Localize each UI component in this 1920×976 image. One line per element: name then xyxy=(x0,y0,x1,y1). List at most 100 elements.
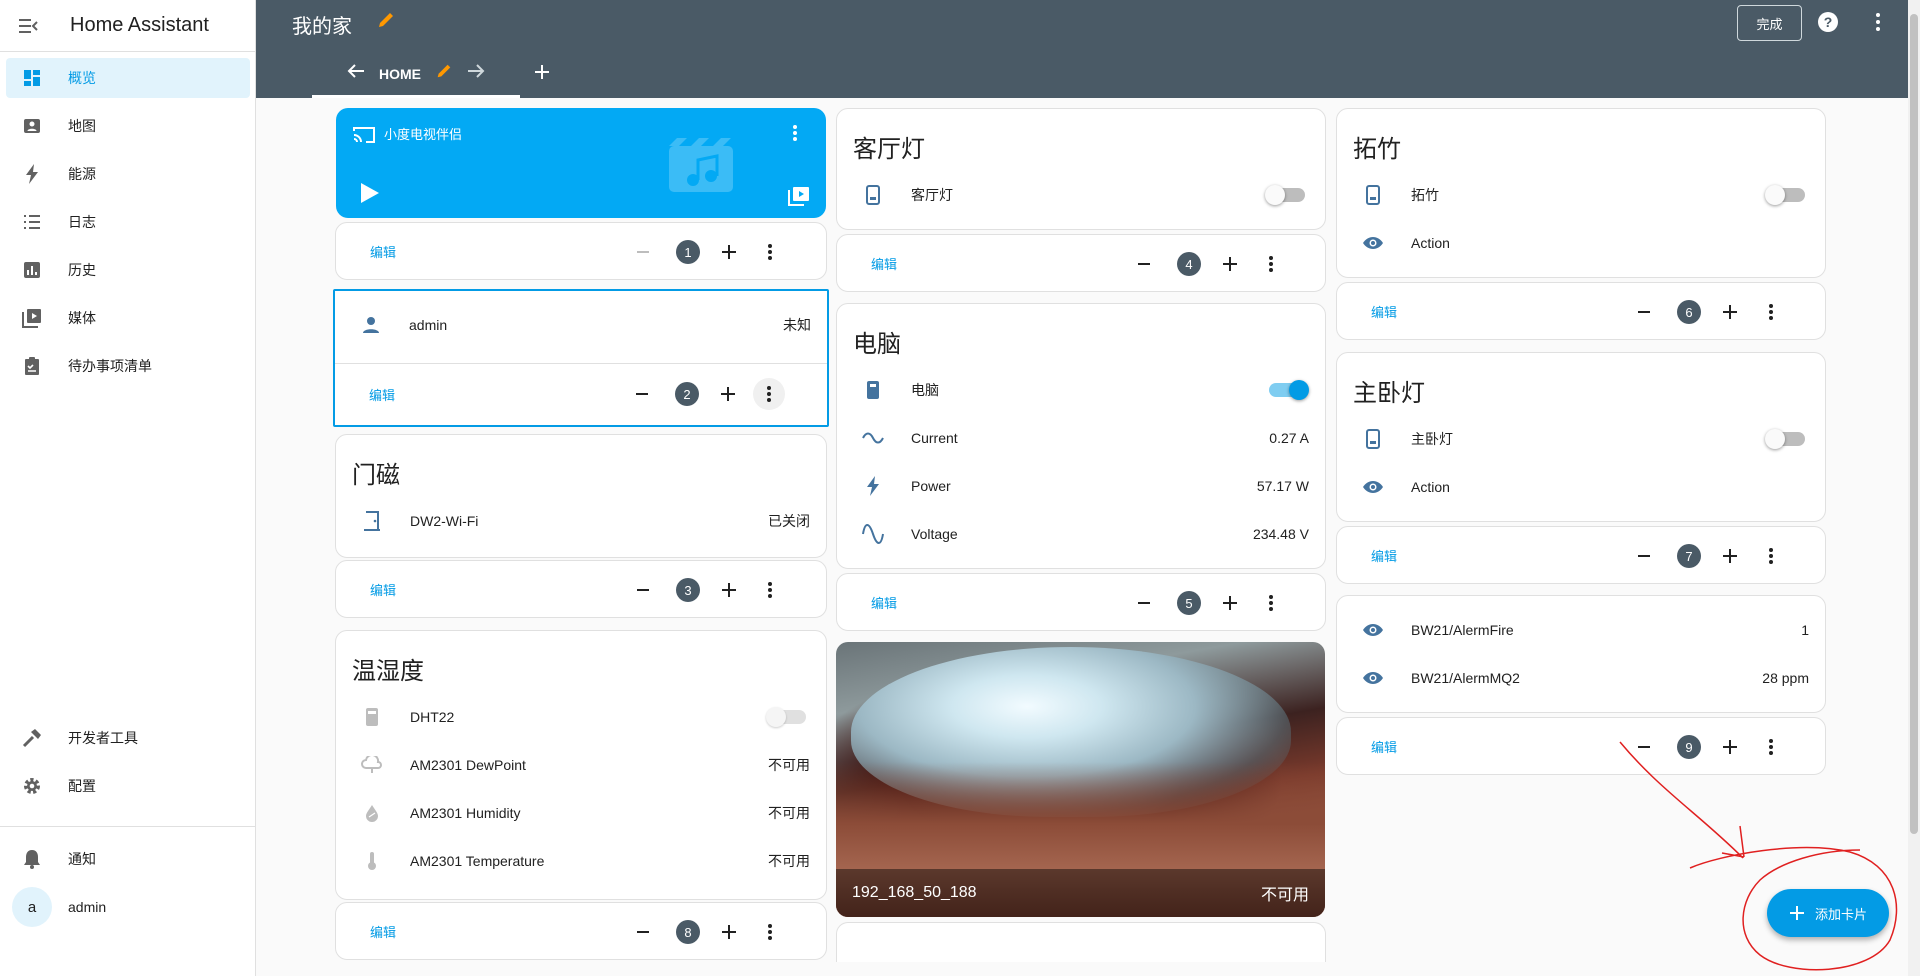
climate-card: 温湿度 DHT22 AM2301 DewPoint 不可用 AM2301 Hum… xyxy=(335,630,827,900)
minus-icon[interactable] xyxy=(1632,300,1656,329)
sidebar-item-map[interactable]: 地图 xyxy=(6,106,250,146)
sidebar-item-energy[interactable]: 能源 xyxy=(6,154,250,194)
plus-icon[interactable] xyxy=(717,578,741,607)
edit-link[interactable]: 编辑 xyxy=(370,922,396,941)
sidebar-item-settings[interactable]: 配置 xyxy=(6,766,250,806)
entity-row-current[interactable]: Current 0.27 A xyxy=(837,418,1325,458)
edit-link[interactable]: 编辑 xyxy=(1371,737,1397,756)
plus-icon[interactable] xyxy=(1718,735,1742,764)
entity-row-dewpoint[interactable]: AM2301 DewPoint 不可用 xyxy=(336,745,826,785)
entity-row-temperature[interactable]: AM2301 Temperature 不可用 xyxy=(336,841,826,881)
edit-link[interactable]: 编辑 xyxy=(369,385,395,404)
entity-row-tuozhu[interactable]: 拓竹 xyxy=(1337,175,1825,215)
sidebar-item-todo[interactable]: 待办事项清单 xyxy=(6,346,250,386)
sidebar-item-overview[interactable]: 概览 xyxy=(6,58,250,98)
minus-icon[interactable] xyxy=(631,578,655,607)
more-vertical-icon[interactable] xyxy=(753,378,785,410)
sidebar-item-notifications[interactable]: 通知 xyxy=(6,839,250,879)
more-vertical-icon[interactable] xyxy=(1255,587,1287,619)
sidebar-item-user[interactable]: a admin xyxy=(6,887,250,927)
add-view-plus-icon[interactable] xyxy=(532,62,552,87)
entity-row-humidity[interactable]: AM2301 Humidity 不可用 xyxy=(336,793,826,833)
plus-icon[interactable] xyxy=(1718,544,1742,573)
edit-link[interactable]: 编辑 xyxy=(871,593,897,612)
entity-row-action[interactable]: Action xyxy=(1337,467,1825,507)
person-card-selected[interactable]: admin 未知 编辑 2 xyxy=(333,289,829,427)
done-button[interactable]: 完成 xyxy=(1737,5,1802,41)
entity-name: DW2-Wi-Fi xyxy=(410,513,479,529)
plus-icon[interactable] xyxy=(1718,300,1742,329)
plus-icon[interactable] xyxy=(1218,252,1242,281)
more-vertical-icon[interactable] xyxy=(754,236,786,268)
play-icon[interactable] xyxy=(360,182,380,209)
position-badge: 2 xyxy=(675,382,699,406)
media-browse-icon[interactable] xyxy=(788,186,810,211)
minus-icon-disabled xyxy=(631,240,655,269)
sidebar-item-label: 配置 xyxy=(68,778,96,794)
device-icon xyxy=(352,707,392,727)
entity-row-alerm-fire[interactable]: BW21/AlermFire 1 xyxy=(1337,610,1825,650)
entity-row-pc[interactable]: 电脑 xyxy=(837,370,1325,410)
minus-icon[interactable] xyxy=(630,382,654,411)
edit-title-pencil-icon[interactable] xyxy=(376,10,396,35)
card-edit-bar-3: 编辑 3 xyxy=(335,560,827,618)
card-title: 温湿度 xyxy=(352,658,424,685)
more-vertical-icon[interactable] xyxy=(754,574,786,606)
more-vertical-icon[interactable] xyxy=(1755,296,1787,328)
add-card-button[interactable]: 添加卡片 xyxy=(1767,889,1889,937)
toggle-switch-on[interactable] xyxy=(1269,380,1309,400)
entity-name: BW21/AlermMQ2 xyxy=(1411,670,1520,686)
edit-link[interactable]: 编辑 xyxy=(871,254,897,273)
more-vertical-icon[interactable] xyxy=(754,916,786,948)
divider xyxy=(335,363,827,364)
plus-icon[interactable] xyxy=(717,920,741,949)
entity-row-voltage[interactable]: Voltage 234.48 V xyxy=(837,514,1325,554)
camera-picture-card[interactable]: 192_168_50_188 不可用 xyxy=(836,642,1325,917)
scrollbar-thumb[interactable] xyxy=(1910,14,1918,834)
thermometer-icon xyxy=(352,851,392,871)
sidebar-item-media[interactable]: 媒体 xyxy=(6,298,250,338)
help-icon[interactable]: ? xyxy=(1816,10,1840,39)
toggle-switch-off[interactable] xyxy=(1265,185,1305,205)
sidebar-item-history[interactable]: 历史 xyxy=(6,250,250,290)
arrow-right-icon[interactable] xyxy=(467,63,485,84)
dashboard-icon xyxy=(10,69,54,87)
toggle-switch-off[interactable] xyxy=(1765,185,1805,205)
entity-row-admin[interactable]: admin 未知 xyxy=(335,305,827,345)
entity-row-action[interactable]: Action xyxy=(1337,223,1825,263)
sidebar-item-logbook[interactable]: 日志 xyxy=(6,202,250,242)
entity-row-dht22[interactable]: DHT22 xyxy=(336,697,826,737)
entity-row-power[interactable]: Power 57.17 W xyxy=(837,466,1325,506)
entity-row-alerm-mq2[interactable]: BW21/AlermMQ2 28 ppm xyxy=(1337,658,1825,698)
card-edit-bar-8: 编辑 8 xyxy=(335,902,827,960)
edit-tab-pencil-icon[interactable] xyxy=(435,62,453,85)
arrow-left-icon[interactable] xyxy=(347,63,365,84)
edit-link[interactable]: 编辑 xyxy=(1371,546,1397,565)
plus-icon[interactable] xyxy=(716,382,740,411)
minus-icon[interactable] xyxy=(1632,735,1656,764)
edit-link[interactable]: 编辑 xyxy=(370,242,396,261)
minus-icon[interactable] xyxy=(631,920,655,949)
more-vertical-icon[interactable] xyxy=(1755,540,1787,572)
menu-icon[interactable] xyxy=(0,0,56,52)
plus-icon[interactable] xyxy=(1218,591,1242,620)
media-player-card[interactable]: 小度电视伴侣 xyxy=(336,108,826,218)
tab-home[interactable]: HOME xyxy=(312,52,520,98)
edit-link[interactable]: 编辑 xyxy=(370,580,396,599)
toggle-switch-off[interactable] xyxy=(1765,429,1805,449)
entity-state: 已关闭 xyxy=(768,513,810,529)
more-vertical-icon[interactable] xyxy=(1866,10,1890,39)
edit-link[interactable]: 编辑 xyxy=(1371,302,1397,321)
entity-row-living-room-light[interactable]: 客厅灯 xyxy=(837,175,1325,215)
sidebar-item-developer-tools[interactable]: 开发者工具 xyxy=(6,718,250,758)
scrollbar[interactable] xyxy=(1908,0,1920,976)
minus-icon[interactable] xyxy=(1632,544,1656,573)
entity-row-door[interactable]: DW2-Wi-Fi 已关闭 xyxy=(336,501,826,541)
media-more-vertical-icon[interactable] xyxy=(792,124,798,147)
more-vertical-icon[interactable] xyxy=(1755,731,1787,763)
plus-icon[interactable] xyxy=(717,240,741,269)
minus-icon[interactable] xyxy=(1132,252,1156,281)
minus-icon[interactable] xyxy=(1132,591,1156,620)
more-vertical-icon[interactable] xyxy=(1255,248,1287,280)
entity-row-bedroom-light[interactable]: 主卧灯 xyxy=(1337,419,1825,459)
